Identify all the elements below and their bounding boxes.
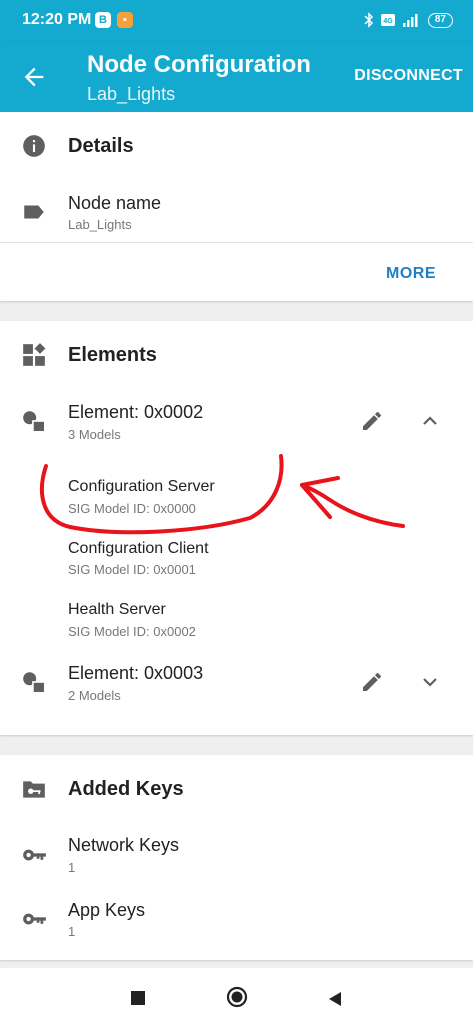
element-shapes-icon [23,411,46,433]
status-icons: 4G 87 [364,12,453,28]
folder-key-icon [23,781,45,798]
page-title: Node Configuration [87,51,311,78]
element-model-count: 3 Models [68,427,121,442]
model-name: Configuration Server [68,478,215,495]
status-bar: 12:20 PM B ▪ 4G 87 [0,0,473,42]
svg-text:4G: 4G [383,18,393,25]
status-app-icon: ▪ [117,12,133,28]
element-name: Element: 0x0003 [68,663,204,683]
disconnect-button[interactable]: DISCONNECT [354,67,463,85]
status-time: 12:20 PM [22,11,92,28]
chevron-down-icon[interactable] [418,670,442,694]
element-name: Element: 0x0002 [68,402,204,422]
battery-indicator: 87 [427,12,453,28]
model-id: SIG Model ID: 0x0000 [68,501,196,516]
info-icon [23,135,45,157]
network-keys-label: Network Keys [68,835,180,855]
signal-icon [402,14,418,27]
details-divider [0,242,473,243]
volte-icon: 4G [380,14,395,26]
key-icon [23,849,46,861]
added-keys-title: Added Keys [68,778,184,800]
chevron-up-icon[interactable] [418,409,442,433]
elements-title: Elements [68,344,157,366]
status-b-icon: B [95,12,111,28]
pencil-icon[interactable] [360,409,384,433]
element-shapes-icon [23,672,46,694]
back-triangle-icon[interactable] [327,991,343,1007]
model-id: SIG Model ID: 0x0001 [68,562,196,577]
label-tag-icon [24,205,44,219]
widgets-icon [23,343,46,366]
arrow-back-icon[interactable] [20,63,48,91]
network-keys-count: 1 [68,860,76,875]
model-name: Health Server [68,601,166,618]
app-keys-count: 1 [68,924,76,939]
app-bar: Node Configuration Lab_Lights DISCONNECT [0,42,473,112]
more-button[interactable]: MORE [386,265,436,283]
details-card: Details Node name Lab_Lights MORE [0,112,473,301]
model-id: SIG Model ID: 0x0002 [68,624,196,639]
system-nav-bar [0,968,473,1025]
page-subtitle: Lab_Lights [87,84,176,104]
added-keys-card: Added Keys Network Keys 1 App Keys 1 [0,755,473,960]
key-icon [23,913,46,925]
app-keys-label: App Keys [68,900,146,920]
pencil-icon[interactable] [360,670,384,694]
home-icon[interactable] [226,986,248,1008]
node-name-label: Node name [68,193,162,213]
bluetooth-icon [364,12,373,28]
details-title: Details [68,135,134,157]
recents-icon[interactable] [131,991,145,1005]
node-name-value: Lab_Lights [68,217,132,232]
element-model-count: 2 Models [68,688,121,703]
model-name: Configuration Client [68,540,209,557]
elements-card: Elements Element: 0x0002 3 Models Config… [0,321,473,735]
